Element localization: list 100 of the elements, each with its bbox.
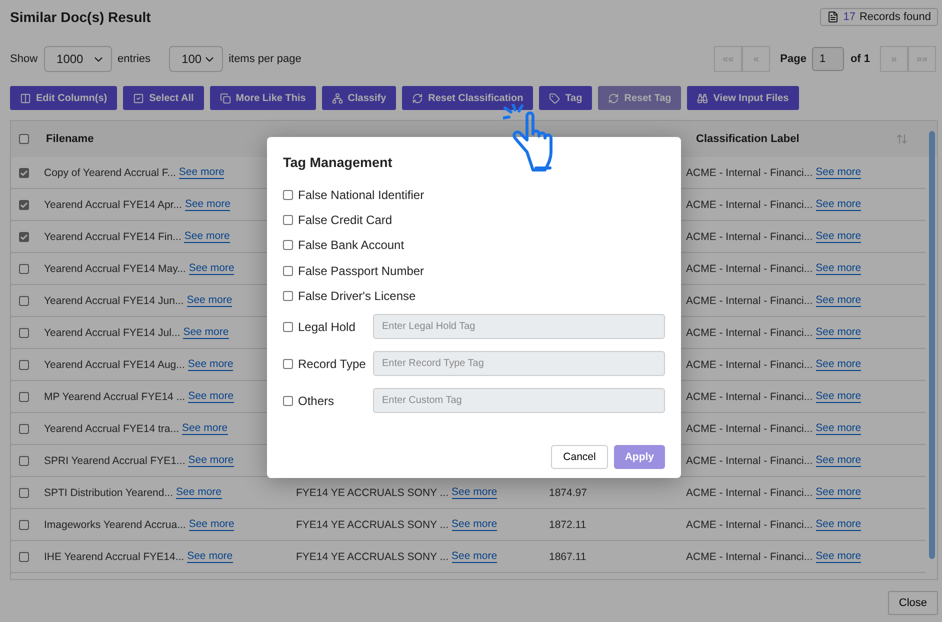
- see-more-link[interactable]: See more: [183, 326, 229, 339]
- row-checkbox[interactable]: [18, 456, 28, 466]
- option-checkbox[interactable]: [283, 214, 293, 225]
- row-checkbox[interactable]: [18, 488, 28, 498]
- see-more-link[interactable]: See more: [452, 550, 498, 563]
- see-more-link[interactable]: See more: [816, 294, 862, 307]
- row-checkbox[interactable]: [18, 328, 28, 338]
- page-label: Page: [780, 53, 806, 65]
- classification-cell: ACME - Internal - Financi...: [686, 262, 813, 274]
- toolbar-button[interactable]: Classify: [322, 86, 396, 110]
- records-count: 17: [843, 11, 856, 23]
- table-cell: 1867.11: [549, 550, 586, 562]
- tag-input-field[interactable]: Enter Legal Hold Tag: [373, 314, 665, 340]
- see-more-link[interactable]: See more: [816, 390, 862, 403]
- see-more-link[interactable]: See more: [816, 198, 862, 211]
- copy-icon: [220, 92, 231, 104]
- see-more-link[interactable]: See more: [188, 358, 234, 371]
- row-checkbox[interactable]: [18, 296, 28, 306]
- row-checkbox[interactable]: [18, 552, 28, 562]
- see-more-link[interactable]: See more: [816, 422, 862, 435]
- see-more-link[interactable]: See more: [184, 198, 230, 211]
- see-more-link[interactable]: See more: [452, 486, 498, 499]
- see-more-link[interactable]: See more: [816, 486, 862, 499]
- see-more-link[interactable]: See more: [816, 326, 862, 339]
- toolbar-button[interactable]: Select All: [123, 86, 204, 110]
- filename-cell: SPRI Yearend Accrual FYE1...: [44, 454, 186, 466]
- option-checkbox[interactable]: [283, 190, 293, 200]
- table-cell: FYE14 YE ACCRUALS SONY ...: [296, 486, 449, 498]
- close-button[interactable]: Close: [888, 591, 938, 615]
- row-checkbox[interactable]: [18, 424, 28, 434]
- filename-cell: Yearend Accrual FYE14 May...: [44, 262, 186, 274]
- row-checkbox[interactable]: [18, 264, 28, 274]
- page-total: of 1: [850, 53, 870, 65]
- column-header[interactable]: Classification Label: [696, 133, 800, 145]
- option-label[interactable]: False National Identifier: [283, 188, 424, 202]
- see-more-link[interactable]: See more: [816, 550, 862, 563]
- entries-select[interactable]: 1000: [44, 46, 112, 72]
- option-label[interactable]: False Passport Number: [283, 264, 424, 278]
- toolbar-button[interactable]: View Input Files: [687, 86, 799, 110]
- option-checkbox[interactable]: [283, 358, 293, 369]
- see-more-link[interactable]: See more: [178, 166, 224, 179]
- see-more-link[interactable]: See more: [188, 390, 234, 403]
- see-more-link[interactable]: See more: [188, 454, 234, 467]
- entries-label: entries: [118, 53, 151, 65]
- scrollbar[interactable]: [929, 131, 935, 559]
- table-cell: 1874.97: [549, 486, 587, 498]
- classification-cell: ACME - Internal - Financi...: [686, 486, 813, 498]
- see-more-link[interactable]: See more: [186, 294, 232, 307]
- see-more-link[interactable]: See more: [816, 230, 862, 243]
- option-checkbox[interactable]: [283, 266, 293, 276]
- column-header[interactable]: Filename: [46, 133, 94, 145]
- option-checkbox[interactable]: [283, 240, 293, 250]
- classification-cell: ACME - Internal - Financi...: [686, 550, 813, 562]
- option-checkbox[interactable]: [283, 290, 293, 301]
- tag-input-field[interactable]: Enter Custom Tag: [373, 388, 665, 414]
- see-more-link[interactable]: See more: [816, 262, 862, 275]
- row-checkbox[interactable]: [18, 392, 28, 402]
- see-more-link[interactable]: See more: [816, 166, 862, 179]
- see-more-link[interactable]: See more: [188, 262, 234, 275]
- option-label[interactable]: False Bank Account: [283, 238, 404, 252]
- filename-cell: IHE Yearend Accrual FYE14...: [44, 550, 184, 562]
- row-checkbox[interactable]: [18, 168, 28, 178]
- option-label[interactable]: False Credit Card: [283, 212, 392, 227]
- see-more-link[interactable]: See more: [816, 518, 862, 531]
- filename-cell: MP Yearend Accrual FYE14 ...: [44, 390, 186, 402]
- row-checkbox[interactable]: [18, 232, 28, 242]
- row-checkbox[interactable]: [18, 200, 28, 210]
- see-more-link[interactable]: See more: [184, 230, 230, 243]
- option-checkbox[interactable]: [283, 322, 293, 332]
- row-checkbox[interactable]: [18, 360, 28, 370]
- toolbar-button[interactable]: Reset Classification: [402, 86, 534, 110]
- classification-cell: ACME - Internal - Financi...: [686, 198, 813, 210]
- option-checkbox[interactable]: [283, 396, 293, 406]
- option-label[interactable]: Legal Hold: [283, 320, 373, 334]
- hierarchy-icon: [332, 92, 343, 104]
- filename-cell: Yearend Accrual FYE14 Jun...: [44, 294, 184, 306]
- option-label[interactable]: Others: [283, 394, 373, 408]
- option-label[interactable]: Record Type: [283, 356, 373, 371]
- per-page-select[interactable]: 100: [168, 46, 223, 72]
- see-more-link[interactable]: See more: [187, 550, 233, 563]
- page-field[interactable]: 1: [812, 47, 844, 71]
- see-more-link[interactable]: See more: [816, 454, 862, 467]
- see-more-link[interactable]: See more: [816, 358, 862, 371]
- cancel-button[interactable]: Cancel: [551, 445, 608, 470]
- toolbar-button[interactable]: Tag: [539, 86, 592, 110]
- select-all-checkbox[interactable]: [18, 134, 28, 144]
- option-label[interactable]: False Driver's License: [283, 288, 416, 303]
- see-more-link[interactable]: See more: [182, 422, 228, 435]
- refresh-icon: [412, 92, 424, 104]
- apply-button[interactable]: Apply: [614, 445, 665, 470]
- classification-cell: ACME - Internal - Financi...: [686, 518, 813, 530]
- tag-input-field[interactable]: Enter Record Type Tag: [373, 351, 665, 376]
- filename-cell: Yearend Accrual FYE14 tra...: [44, 422, 180, 434]
- see-more-link[interactable]: See more: [176, 486, 222, 499]
- toolbar-button[interactable]: Edit Column(s): [10, 86, 118, 110]
- show-label: Show: [10, 53, 38, 65]
- row-checkbox[interactable]: [18, 520, 28, 530]
- see-more-link[interactable]: See more: [452, 518, 498, 531]
- see-more-link[interactable]: See more: [188, 518, 234, 531]
- toolbar-button[interactable]: More Like This: [210, 86, 316, 110]
